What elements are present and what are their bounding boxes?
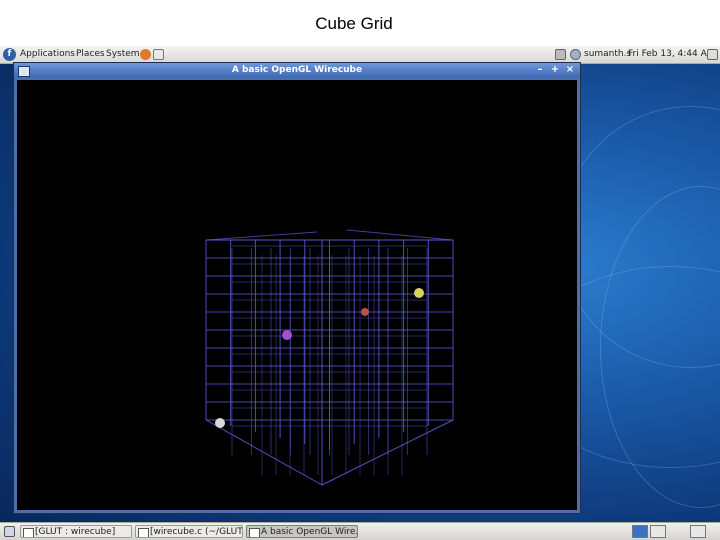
wire-line xyxy=(346,229,454,241)
task-opengl-wirecube[interactable]: A basic OpenGL Wire... xyxy=(246,525,358,538)
minimize-button[interactable]: – xyxy=(534,64,546,76)
show-desktop-icon[interactable] xyxy=(4,526,15,537)
task-wirecube-editor[interactable]: [wirecube.c (~/GLUT/)... xyxy=(135,525,243,538)
red-sphere xyxy=(361,308,369,316)
close-button[interactable]: × xyxy=(564,64,576,76)
firefox-launcher-icon[interactable] xyxy=(140,49,151,60)
username[interactable]: sumanth.s xyxy=(584,48,631,61)
window-titlebar[interactable]: A basic OpenGL Wirecube – + × xyxy=(14,63,580,78)
yellow-sphere xyxy=(414,288,424,298)
desktop: f Applications Places System sumanth.s F… xyxy=(0,46,720,540)
workspace-1[interactable] xyxy=(632,525,648,538)
fedora-logo-icon[interactable]: f xyxy=(3,48,16,61)
terminal-icon xyxy=(23,528,34,537)
user-icon[interactable] xyxy=(570,49,581,60)
window-icon xyxy=(249,528,260,537)
task-glut-wirecube[interactable]: [GLUT : wirecube] xyxy=(20,525,132,538)
power-icon[interactable] xyxy=(707,49,718,60)
task-label: [GLUT : wirecube] xyxy=(35,527,116,537)
network-icon[interactable] xyxy=(555,49,566,60)
opengl-window[interactable]: A basic OpenGL Wirecube – + × xyxy=(13,62,581,514)
opengl-canvas[interactable] xyxy=(17,80,577,510)
task-label: [wirecube.c (~/GLUT/)... xyxy=(150,527,243,537)
bottom-panel: [GLUT : wirecube] [wirecube.c (~/GLUT/).… xyxy=(0,522,720,540)
trash-icon[interactable] xyxy=(690,525,706,538)
menu-applications[interactable]: Applications xyxy=(20,48,75,61)
wirecube-grid xyxy=(205,229,454,486)
white-sphere xyxy=(215,418,225,428)
slide-title: Cube Grid xyxy=(315,14,393,33)
editor-icon xyxy=(138,528,149,537)
workspace-2[interactable] xyxy=(650,525,666,538)
window-title: A basic OpenGL Wirecube xyxy=(231,65,363,75)
menu-places[interactable]: Places xyxy=(76,48,105,61)
purple-sphere xyxy=(282,330,292,340)
menu-system[interactable]: System xyxy=(106,48,140,61)
maximize-button[interactable]: + xyxy=(549,64,561,76)
wire-line xyxy=(205,231,318,241)
wirecube-render xyxy=(205,229,454,486)
editor-launcher-icon[interactable] xyxy=(153,49,164,60)
clock[interactable]: Fri Feb 13, 4:44 AM xyxy=(628,48,715,61)
task-label: A basic OpenGL Wire... xyxy=(261,527,358,537)
